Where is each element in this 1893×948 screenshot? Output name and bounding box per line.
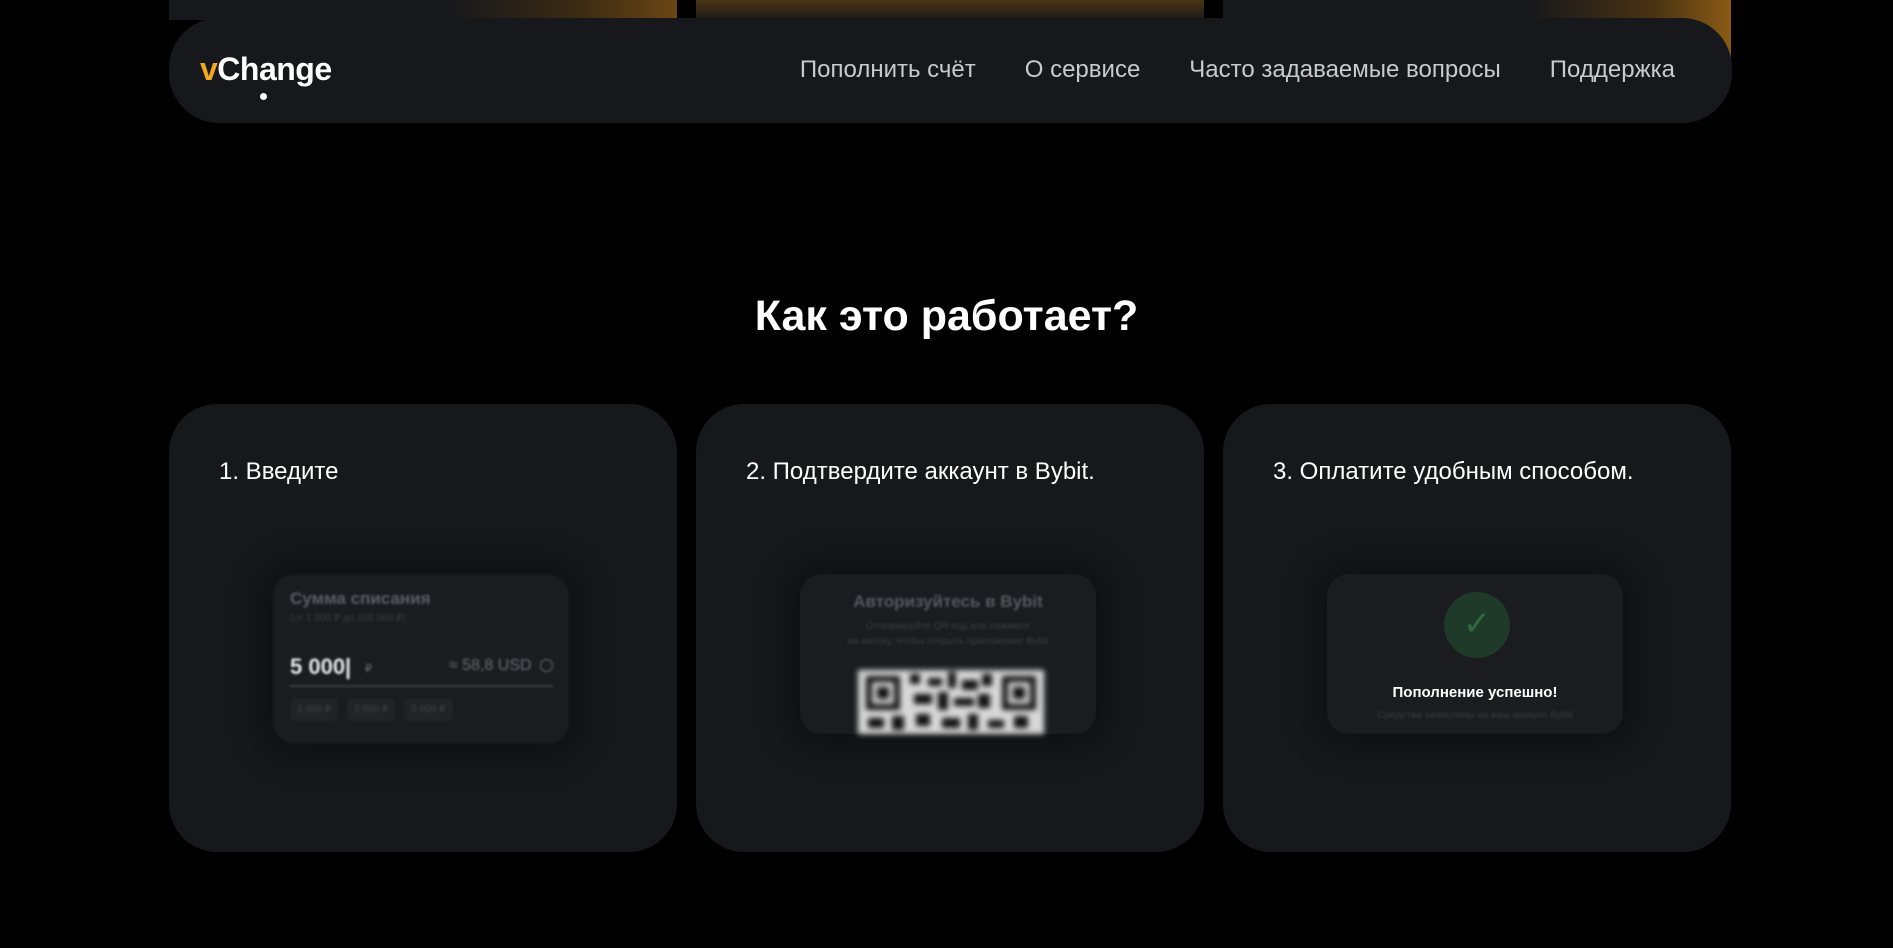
auth-hint-line-2: на кнопку, чтобы открыть приложение Bybi… xyxy=(847,636,1049,647)
logo[interactable]: vChange xyxy=(200,51,332,88)
amount-label: Сумма списания xyxy=(290,589,431,608)
amount-range: (от 1 000 ₽ до 100 000 ₽) xyxy=(290,613,406,624)
main-nav: Пополнить счёт О сервисе Часто задаваемы… xyxy=(800,56,1675,84)
amount-underline xyxy=(290,685,553,687)
preset-chip: 2 500 ₽ xyxy=(347,698,396,721)
nav-link-top-up[interactable]: Пополнить счёт xyxy=(800,56,976,84)
logo-dot xyxy=(260,93,267,100)
auth-hint: Отсканируйте QR-код или нажмите на кнопк… xyxy=(800,619,1096,649)
bybit-auth-preview: Авторизуйтесь в Bybit Отсканируйте QR-ко… xyxy=(800,574,1096,734)
step-card-1: 1. Введите Сумма списания (от 1 000 ₽ до… xyxy=(169,404,677,852)
preset-chip: 5 000 ₽ xyxy=(404,698,453,721)
payment-success-preview: ✓ Пополнение успешно! Средства зачислены… xyxy=(1327,574,1623,734)
step-card-2: 2. Подтвердите аккаунт в Bybit. Авторизу… xyxy=(696,404,1204,852)
nav-link-support[interactable]: Поддержка xyxy=(1550,56,1675,84)
usd-value: ≈ 58,8 USD xyxy=(448,657,532,674)
qr-code-icon xyxy=(858,670,1044,734)
step-title-3: 3. Оплатите удобным способом. xyxy=(1273,458,1634,485)
preset-chips: 1 000 ₽ 2 500 ₽ 5 000 ₽ xyxy=(290,698,453,721)
info-icon xyxy=(540,659,553,673)
usd-estimate: ≈ 58,8 USD xyxy=(449,657,553,675)
success-hint: Средства зачислены на ваш аккаунт Bybit xyxy=(1377,710,1573,721)
step-title-1: 1. Введите xyxy=(219,458,339,485)
logo-text: Change xyxy=(217,51,332,87)
logo-v: v xyxy=(200,51,218,87)
amount-preview: Сумма списания (от 1 000 ₽ до 100 000 ₽)… xyxy=(273,574,569,744)
nav-link-faq[interactable]: Часто задаваемые вопросы xyxy=(1189,56,1501,84)
check-icon: ✓ xyxy=(1444,592,1510,658)
site-header: vChange Пополнить счёт О сервисе Часто з… xyxy=(169,18,1732,123)
hero-card-remnant-2 xyxy=(696,0,1204,20)
section-title: Как это работает? xyxy=(754,292,1139,340)
step-card-3: 3. Оплатите удобным способом. ✓ Пополнен… xyxy=(1223,404,1731,852)
success-label: Пополнение успешно! xyxy=(1392,684,1558,701)
hero-card-remnant-1 xyxy=(169,0,677,20)
auth-label: Авторизуйтесь в Bybit xyxy=(853,592,1043,611)
amount-value: 5 000| xyxy=(290,654,352,679)
auth-hint-line-1: Отсканируйте QR-код или нажмите xyxy=(865,621,1031,632)
amount-currency: ₽ xyxy=(365,663,372,675)
step-title-2: 2. Подтвердите аккаунт в Bybit. xyxy=(746,458,1095,485)
nav-link-about[interactable]: О сервисе xyxy=(1025,56,1141,84)
preset-chip: 1 000 ₽ xyxy=(290,698,339,721)
